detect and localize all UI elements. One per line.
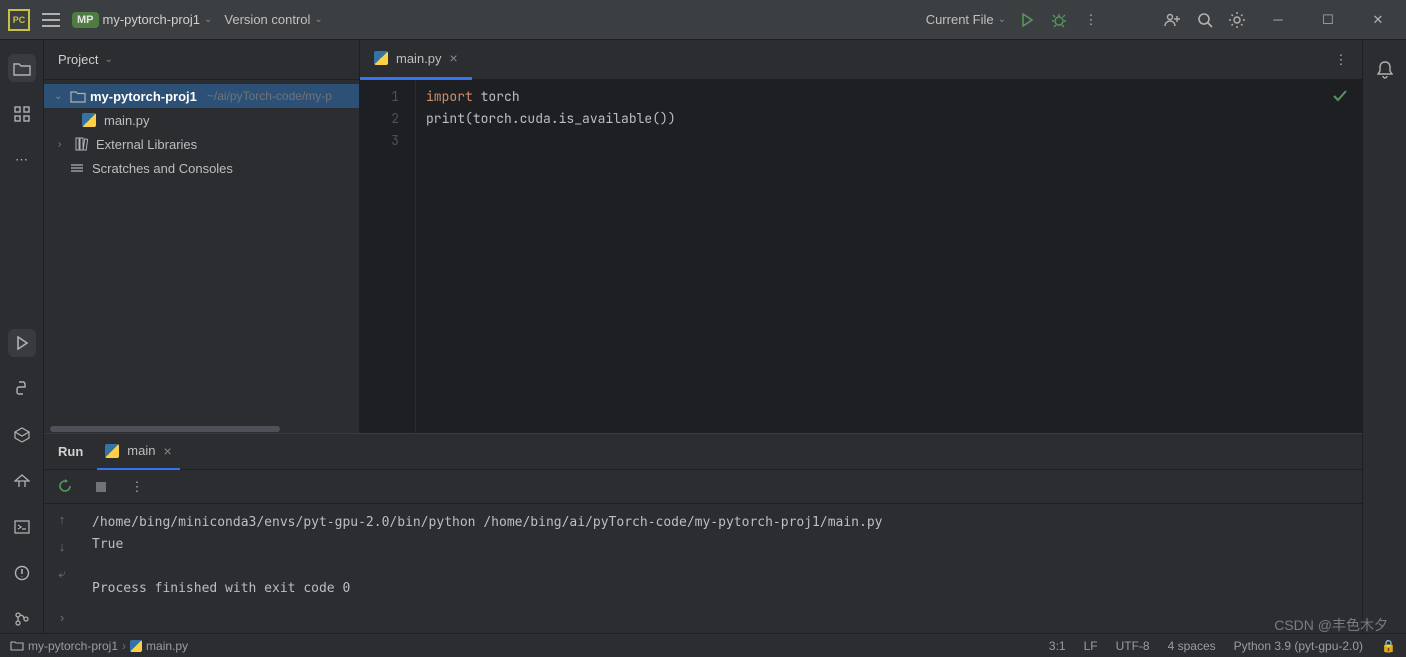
chevron-down-icon: ⌄ [104,54,112,65]
tree-root-node[interactable]: ⌄ my-pytorch-proj1 ~/ai/pyTorch-code/my-… [44,84,359,108]
line-separator[interactable]: LF [1084,639,1098,653]
minimize-button[interactable]: ─ [1258,12,1298,27]
project-selector[interactable]: MP my-pytorch-proj1 ⌄ [72,12,212,28]
run-more-button[interactable]: ⋮ [126,476,148,498]
problems-button[interactable] [8,559,36,587]
project-panel: Project ⌄ ⌄ my-pytorch-proj1 ~/ai/pyTorc… [44,40,360,433]
terminal-button[interactable] [8,513,36,541]
tree-node-label: Scratches and Consoles [92,161,233,176]
tree-node-path: ~/ai/pyTorch-code/my-p [207,89,332,103]
editor-tab[interactable]: main.py × [360,40,472,80]
folder-icon [70,90,86,103]
code-editor[interactable]: 1 2 3 import torch print(torch.cuda.is_a… [360,80,1362,433]
notifications-button[interactable] [1371,56,1399,84]
run-panel: Run main × ⋮ ↑ ↓ ⤶ [44,433,1362,633]
python-console-button[interactable] [8,375,36,403]
folder-icon [10,640,24,651]
tree-node-label: main.py [104,113,150,128]
project-tool-button[interactable] [8,54,36,82]
python-file-icon [374,51,388,65]
inspection-ok-icon[interactable] [1332,88,1348,104]
code-content[interactable]: import torch print(torch.cuda.is_availab… [416,80,676,433]
project-panel-header[interactable]: Project ⌄ [44,40,359,80]
tree-node-label: my-pytorch-proj1 [90,89,197,104]
tree-file-node[interactable]: main.py [44,108,359,132]
indent-setting[interactable]: 4 spaces [1168,639,1216,653]
stop-button[interactable] [90,476,112,498]
more-tools-button[interactable]: ⋯ [8,146,36,174]
rerun-button[interactable] [54,476,76,498]
structure-tool-button[interactable] [8,100,36,128]
library-icon [74,137,88,151]
more-actions-button[interactable]: ⋮ [1080,9,1102,31]
editor-area: main.py × ⋮ 1 2 3 import torch p [360,40,1362,433]
project-name-label: my-pytorch-proj1 [103,12,201,27]
status-bar: my-pytorch-proj1 › main.py 3:1 LF UTF-8 … [0,633,1406,657]
breadcrumb[interactable]: my-pytorch-proj1 › main.py [10,639,188,653]
console-output[interactable]: /home/bing/miniconda3/envs/pyt-gpu-2.0/b… [80,504,1362,633]
run-toolbar: ⋮ [44,470,1362,504]
close-tab-button[interactable]: × [450,50,458,66]
python-packages-button[interactable] [8,421,36,449]
run-config-selector[interactable]: Current File ⌄ [926,12,1006,27]
caret-position[interactable]: 3:1 [1049,639,1066,653]
python-file-icon [130,640,142,652]
tree-node-label: External Libraries [96,137,197,152]
scroll-down-icon[interactable]: ↓ [59,539,66,554]
tab-more-button[interactable]: ⋮ [1330,49,1352,71]
settings-button[interactable] [1226,9,1248,31]
search-button[interactable] [1194,9,1216,31]
version-control-menu[interactable]: Version control ⌄ [224,12,322,27]
python-file-icon [82,113,96,127]
pycharm-logo: PC [8,9,30,31]
python-file-icon [105,444,119,458]
maximize-button[interactable]: ☐ [1308,12,1348,28]
vcs-button[interactable] [8,605,36,633]
chevron-down-icon: ⌄ [998,14,1006,25]
debug-button[interactable] [1048,9,1070,31]
main-area: ⋯ Project ⌄ [0,40,1406,633]
chevron-right-icon[interactable]: › [58,139,70,150]
chevron-down-icon: ⌄ [204,14,212,25]
interpreter[interactable]: Python 3.9 (pyt-gpu-2.0) [1234,639,1363,653]
run-tab[interactable]: main × [97,434,179,470]
run-tool-button[interactable] [8,329,36,357]
scratches-icon [70,162,84,174]
console-rail: ↑ ↓ ⤶ › [44,504,80,633]
tree-external-libraries[interactable]: › External Libraries [44,132,359,156]
close-run-tab[interactable]: × [163,443,171,459]
expand-icon[interactable]: › [60,610,64,625]
run-tab-label: main [127,443,155,458]
scroll-up-icon[interactable]: ↑ [59,512,66,527]
line-gutter: 1 2 3 [360,80,416,433]
chevron-down-icon[interactable]: ⌄ [54,91,66,102]
chevron-down-icon: ⌄ [314,14,322,25]
horizontal-scrollbar[interactable] [50,426,280,432]
right-tool-rail [1362,40,1406,633]
file-encoding[interactable]: UTF-8 [1116,639,1150,653]
left-tool-rail: ⋯ [0,40,44,633]
soft-wrap-icon[interactable]: ⤶ [58,566,65,582]
reader-mode-icon[interactable]: 🔒 [1381,639,1396,653]
project-tree: ⌄ my-pytorch-proj1 ~/ai/pyTorch-code/my-… [44,80,359,425]
editor-tab-bar: main.py × ⋮ [360,40,1362,80]
tree-scratches[interactable]: Scratches and Consoles [44,156,359,180]
close-button[interactable]: ✕ [1358,12,1398,28]
run-panel-title: Run [58,444,83,459]
panel-title: Project [58,52,98,67]
run-button[interactable] [1016,9,1038,31]
services-button[interactable] [8,467,36,495]
project-badge: MP [72,12,99,28]
tab-label: main.py [396,51,442,66]
code-with-me-icon[interactable] [1162,9,1184,31]
run-panel-header: Run main × [44,434,1362,470]
titlebar: PC MP my-pytorch-proj1 ⌄ Version control… [0,0,1406,40]
main-menu-button[interactable] [42,13,60,27]
